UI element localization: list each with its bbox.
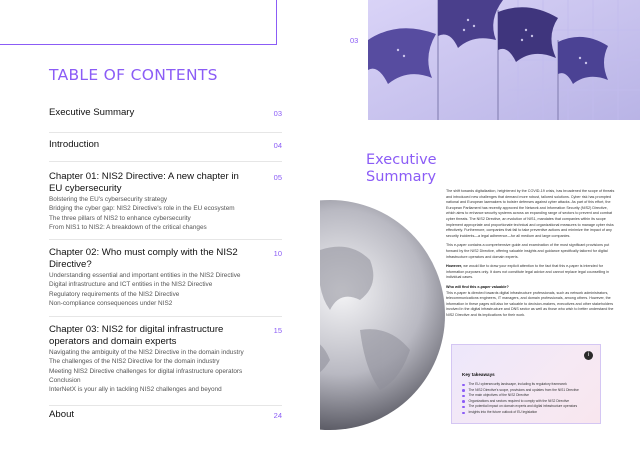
audience-text: This e-paper is directed towards digital… <box>446 290 614 317</box>
key-takeaways-box: i Key takeaways The EU cybersecurity lan… <box>451 344 601 424</box>
toc-subentry[interactable]: The three pillars of NIS2 to enhance cyb… <box>49 214 282 223</box>
toc-subentry[interactable]: Meeting NIS2 Directive challenges for di… <box>49 367 282 376</box>
toc-subentry[interactable]: Navigating the ambiguity of the NIS2 Dir… <box>49 348 282 357</box>
toc-entry-executive-summary[interactable]: Executive Summary 03 <box>49 104 282 133</box>
globe-illustration <box>320 190 445 440</box>
toc-subentry[interactable]: Bolstering the EU's cybersecurity strate… <box>49 195 282 204</box>
toc-entry-title: Chapter 03: NIS2 for digital infrastruct… <box>49 324 224 347</box>
eu-flags-illustration <box>368 0 640 120</box>
toc-subentry[interactable]: InterNetX is your ally in tackling NIS2 … <box>49 385 282 394</box>
toc-entry-chapter-03[interactable]: Chapter 03: NIS2 for digital infrastruct… <box>49 317 282 406</box>
toc-entry-title: About <box>49 409 75 420</box>
bullet-icon <box>462 405 465 409</box>
toc-title: TABLE OF CONTENTS <box>49 66 218 84</box>
title-line-1: Executive <box>366 152 437 168</box>
toc-subentry[interactable]: Regulatory requirements of the NIS2 Dire… <box>49 290 282 299</box>
executive-summary-title: Executive Summary <box>366 152 437 186</box>
title-line-2: Summary <box>366 169 437 185</box>
disclaimer-paragraph: However, we would like to draw your expl… <box>446 264 618 281</box>
toc-subentry[interactable]: Non-compliance consequences under NIS2 <box>49 299 282 308</box>
toc-entry-page: 04 <box>273 141 282 150</box>
bullet-icon <box>462 389 465 392</box>
executive-summary-body: The shift towards digitalization, height… <box>446 189 618 322</box>
right-page: 03 Executive Summary The shift towards d… <box>320 0 640 451</box>
bullet-icon <box>462 394 465 398</box>
list-item: Insights into the future outlook of EU l… <box>462 410 579 416</box>
toc-entry-page: 24 <box>273 411 282 420</box>
takeaway-text: Insights into the future outlook of EU l… <box>468 409 538 414</box>
key-takeaways-list: The EU cybersecurity landscape, includin… <box>462 382 579 416</box>
toc-entry-about[interactable]: About 24 <box>49 406 282 429</box>
toc-subentry[interactable]: From NIS1 to NIS2: A breakdown of the cr… <box>49 223 282 232</box>
toc-entry-chapter-02[interactable]: Chapter 02: Who must comply with the NIS… <box>49 240 282 317</box>
toc-entry-page: 15 <box>273 326 282 335</box>
toc-entry-chapter-01[interactable]: Chapter 01: NIS2 Directive: A new chapte… <box>49 162 282 240</box>
toc-entry-title: Introduction <box>49 139 100 150</box>
bullet-icon <box>462 383 465 387</box>
audience-paragraph: Who will find this e-paper valuable? Thi… <box>446 285 618 319</box>
toc-entry-page: 10 <box>273 249 282 258</box>
toc-subentry[interactable]: Bridging the cyber gap: NIS2 Directive's… <box>49 204 282 213</box>
bullet-icon <box>462 411 465 415</box>
however-rest: we would like to draw your explicit atte… <box>446 264 610 280</box>
toc-list: Executive Summary 03 Introduction 04 Cha… <box>49 104 282 429</box>
corner-frame <box>0 0 277 45</box>
toc-entry-page: 05 <box>273 173 282 182</box>
key-takeaways-title: Key takeaways <box>462 372 495 377</box>
body-paragraph: This e-paper contains a comprehensive gu… <box>446 243 610 259</box>
however-bold: However, <box>446 264 463 269</box>
toc-entry-title: Chapter 01: NIS2 Directive: A new chapte… <box>49 171 239 194</box>
toc-entry-title: Executive Summary <box>49 107 135 118</box>
body-paragraph: The shift towards digitalization, height… <box>446 189 615 238</box>
page-number: 03 <box>350 36 359 45</box>
bullet-icon <box>462 400 465 403</box>
eu-flags-photo <box>368 0 640 120</box>
info-icon: i <box>584 351 593 360</box>
toc-entry-title: Chapter 02: Who must comply with the NIS… <box>49 247 238 270</box>
toc-entry-introduction[interactable]: Introduction 04 <box>49 133 282 162</box>
toc-subentry[interactable]: Conclusion <box>49 376 282 385</box>
toc-entry-page: 03 <box>273 109 282 118</box>
audience-heading: Who will find this e-paper valuable? <box>446 284 509 289</box>
toc-subentry[interactable]: The challenges of the NIS2 Directive for… <box>49 357 282 366</box>
toc-subentry[interactable]: Digital infrastructure and ICT entities … <box>49 280 282 289</box>
toc-subentry[interactable]: Understanding essential and important en… <box>49 271 282 280</box>
left-page: TABLE OF CONTENTS Executive Summary 03 I… <box>0 0 320 451</box>
